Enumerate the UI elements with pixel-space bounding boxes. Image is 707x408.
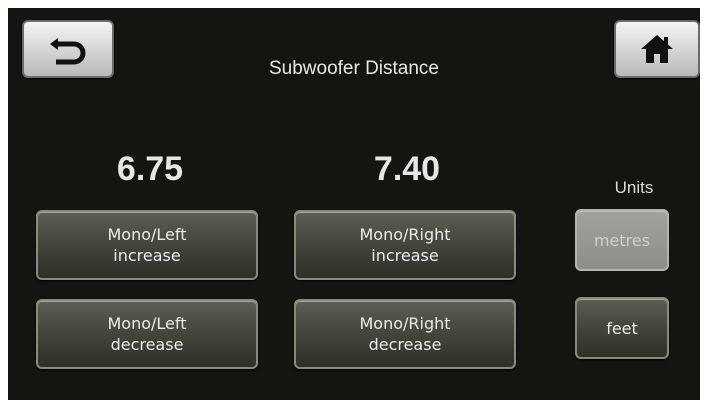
button-label-line1: Mono/Right — [359, 225, 451, 244]
home-button[interactable] — [614, 20, 700, 78]
units-label: Units — [614, 178, 654, 197]
button-label-line1: Mono/Right — [359, 314, 451, 333]
button-label-line1: Mono/Left — [107, 225, 187, 244]
mono-left-increase-button[interactable]: Mono/Left increase — [36, 210, 258, 280]
metres-button[interactable]: metres — [575, 209, 669, 271]
button-label-line2: decrease — [110, 335, 184, 354]
left-distance-value: 6.75 — [116, 150, 184, 188]
button-label-line2: increase — [113, 246, 181, 265]
metres-label: metres — [593, 230, 651, 250]
feet-button[interactable]: feet — [575, 297, 669, 359]
mono-left-decrease-button[interactable]: Mono/Left decrease — [36, 299, 258, 369]
button-label-line2: increase — [371, 246, 439, 265]
home-icon — [641, 35, 673, 63]
button-label-line2: decrease — [368, 335, 442, 354]
feet-label: feet — [606, 318, 638, 338]
mono-right-decrease-button[interactable]: Mono/Right decrease — [294, 299, 516, 369]
button-label-line1: Mono/Left — [107, 314, 187, 333]
right-distance-value: 7.40 — [373, 150, 441, 188]
page-title: Subwoofer Distance — [268, 58, 440, 79]
mono-right-increase-button[interactable]: Mono/Right increase — [294, 210, 516, 280]
screen: Subwoofer Distance 6.75 7.40 Units Mono/… — [8, 8, 700, 400]
